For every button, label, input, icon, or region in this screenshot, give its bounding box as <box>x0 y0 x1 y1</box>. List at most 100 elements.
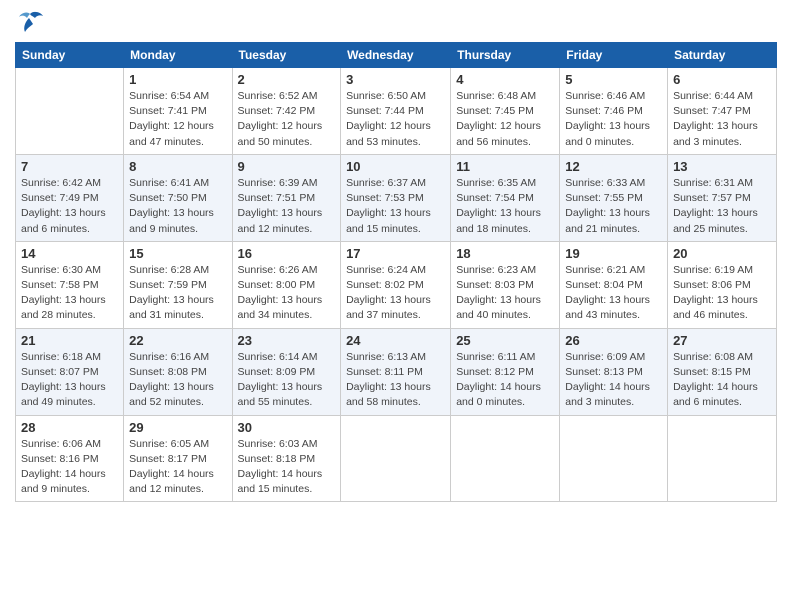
day-info: Sunrise: 6:05 AM Sunset: 8:17 PM Dayligh… <box>129 437 226 498</box>
day-info: Sunrise: 6:28 AM Sunset: 7:59 PM Dayligh… <box>129 263 226 324</box>
day-info: Sunrise: 6:37 AM Sunset: 7:53 PM Dayligh… <box>346 176 445 237</box>
column-header-sunday: Sunday <box>16 43 124 68</box>
day-info: Sunrise: 6:21 AM Sunset: 8:04 PM Dayligh… <box>565 263 662 324</box>
calendar-cell: 3 Sunrise: 6:50 AM Sunset: 7:44 PM Daylig… <box>341 68 451 155</box>
calendar-cell: 16 Sunrise: 6:26 AM Sunset: 8:00 PM Dayli… <box>232 241 341 328</box>
day-info: Sunrise: 6:35 AM Sunset: 7:54 PM Dayligh… <box>456 176 554 237</box>
day-number: 2 <box>238 72 336 87</box>
day-number: 17 <box>346 246 445 261</box>
day-number: 12 <box>565 159 662 174</box>
day-info: Sunrise: 6:08 AM Sunset: 8:15 PM Dayligh… <box>673 350 771 411</box>
calendar-cell: 17 Sunrise: 6:24 AM Sunset: 8:02 PM Dayli… <box>341 241 451 328</box>
column-header-saturday: Saturday <box>668 43 777 68</box>
day-number: 24 <box>346 333 445 348</box>
day-info: Sunrise: 6:19 AM Sunset: 8:06 PM Dayligh… <box>673 263 771 324</box>
calendar-cell: 26 Sunrise: 6:09 AM Sunset: 8:13 PM Dayli… <box>560 328 668 415</box>
day-number: 8 <box>129 159 226 174</box>
calendar-week-row: 21 Sunrise: 6:18 AM Sunset: 8:07 PM Dayli… <box>16 328 777 415</box>
day-number: 23 <box>238 333 336 348</box>
calendar-cell <box>341 415 451 502</box>
day-number: 9 <box>238 159 336 174</box>
day-number: 6 <box>673 72 771 87</box>
page-container: SundayMondayTuesdayWednesdayThursdayFrid… <box>0 0 792 512</box>
calendar-cell <box>451 415 560 502</box>
day-number: 28 <box>21 420 118 435</box>
day-info: Sunrise: 6:09 AM Sunset: 8:13 PM Dayligh… <box>565 350 662 411</box>
day-number: 3 <box>346 72 445 87</box>
day-number: 5 <box>565 72 662 87</box>
calendar-header-row: SundayMondayTuesdayWednesdayThursdayFrid… <box>16 43 777 68</box>
day-info: Sunrise: 6:44 AM Sunset: 7:47 PM Dayligh… <box>673 89 771 150</box>
calendar-cell: 6 Sunrise: 6:44 AM Sunset: 7:47 PM Daylig… <box>668 68 777 155</box>
calendar-cell: 12 Sunrise: 6:33 AM Sunset: 7:55 PM Dayli… <box>560 154 668 241</box>
calendar-cell: 30 Sunrise: 6:03 AM Sunset: 8:18 PM Dayli… <box>232 415 341 502</box>
calendar-cell: 5 Sunrise: 6:46 AM Sunset: 7:46 PM Daylig… <box>560 68 668 155</box>
column-header-thursday: Thursday <box>451 43 560 68</box>
day-number: 16 <box>238 246 336 261</box>
day-number: 20 <box>673 246 771 261</box>
column-header-monday: Monday <box>124 43 232 68</box>
day-number: 10 <box>346 159 445 174</box>
calendar-cell: 2 Sunrise: 6:52 AM Sunset: 7:42 PM Daylig… <box>232 68 341 155</box>
day-info: Sunrise: 6:26 AM Sunset: 8:00 PM Dayligh… <box>238 263 336 324</box>
day-number: 30 <box>238 420 336 435</box>
calendar-cell: 14Sunrise: 6:30 AM Sunset: 7:58 PM Dayli… <box>16 241 124 328</box>
column-header-friday: Friday <box>560 43 668 68</box>
day-number: 4 <box>456 72 554 87</box>
calendar-week-row: 7 Sunrise: 6:42 AM Sunset: 7:49 PM Daylig… <box>16 154 777 241</box>
calendar-cell <box>668 415 777 502</box>
day-number: 15 <box>129 246 226 261</box>
header <box>15 10 777 34</box>
day-info: Sunrise: 6:16 AM Sunset: 8:08 PM Dayligh… <box>129 350 226 411</box>
day-number: 11 <box>456 159 554 174</box>
column-header-tuesday: Tuesday <box>232 43 341 68</box>
day-number: 13 <box>673 159 771 174</box>
calendar-cell: 9 Sunrise: 6:39 AM Sunset: 7:51 PM Daylig… <box>232 154 341 241</box>
calendar-cell: 13 Sunrise: 6:31 AM Sunset: 7:57 PM Dayli… <box>668 154 777 241</box>
day-info: Sunrise: 6:24 AM Sunset: 8:02 PM Dayligh… <box>346 263 445 324</box>
calendar-cell: 15 Sunrise: 6:28 AM Sunset: 7:59 PM Dayli… <box>124 241 232 328</box>
day-number: 29 <box>129 420 226 435</box>
calendar-table: SundayMondayTuesdayWednesdayThursdayFrid… <box>15 42 777 502</box>
day-info: Sunrise: 6:03 AM Sunset: 8:18 PM Dayligh… <box>238 437 336 498</box>
day-info: Sunrise: 6:13 AM Sunset: 8:11 PM Dayligh… <box>346 350 445 411</box>
day-info: Sunrise: 6:42 AM Sunset: 7:49 PM Dayligh… <box>21 176 118 237</box>
calendar-cell: 11 Sunrise: 6:35 AM Sunset: 7:54 PM Dayli… <box>451 154 560 241</box>
day-info: Sunrise: 6:18 AM Sunset: 8:07 PM Dayligh… <box>21 350 118 411</box>
day-number: 26 <box>565 333 662 348</box>
day-info: Sunrise: 6:39 AM Sunset: 7:51 PM Dayligh… <box>238 176 336 237</box>
calendar-week-row: 28 Sunrise: 6:06 AM Sunset: 8:16 PM Dayli… <box>16 415 777 502</box>
calendar-cell: 19 Sunrise: 6:21 AM Sunset: 8:04 PM Dayli… <box>560 241 668 328</box>
day-info: Sunrise: 6:31 AM Sunset: 7:57 PM Dayligh… <box>673 176 771 237</box>
calendar-cell: 29 Sunrise: 6:05 AM Sunset: 8:17 PM Dayli… <box>124 415 232 502</box>
calendar-week-row: 14Sunrise: 6:30 AM Sunset: 7:58 PM Dayli… <box>16 241 777 328</box>
day-number: 25 <box>456 333 554 348</box>
calendar-cell: 10 Sunrise: 6:37 AM Sunset: 7:53 PM Dayli… <box>341 154 451 241</box>
day-number: 7 <box>21 159 118 174</box>
logo-bird-icon <box>15 10 45 34</box>
logo <box>15 10 49 34</box>
calendar-cell: 8Sunrise: 6:41 AM Sunset: 7:50 PM Daylig… <box>124 154 232 241</box>
day-info: Sunrise: 6:06 AM Sunset: 8:16 PM Dayligh… <box>21 437 118 498</box>
day-info: Sunrise: 6:52 AM Sunset: 7:42 PM Dayligh… <box>238 89 336 150</box>
day-number: 1 <box>129 72 226 87</box>
calendar-cell: 21 Sunrise: 6:18 AM Sunset: 8:07 PM Dayli… <box>16 328 124 415</box>
day-number: 19 <box>565 246 662 261</box>
day-number: 14 <box>21 246 118 261</box>
calendar-cell: 24 Sunrise: 6:13 AM Sunset: 8:11 PM Dayli… <box>341 328 451 415</box>
calendar-cell: 22 Sunrise: 6:16 AM Sunset: 8:08 PM Dayli… <box>124 328 232 415</box>
day-number: 21 <box>21 333 118 348</box>
calendar-cell: 4Sunrise: 6:48 AM Sunset: 7:45 PM Daylig… <box>451 68 560 155</box>
calendar-cell: 23Sunrise: 6:14 AM Sunset: 8:09 PM Dayli… <box>232 328 341 415</box>
day-number: 22 <box>129 333 226 348</box>
calendar-cell: 25Sunrise: 6:11 AM Sunset: 8:12 PM Dayli… <box>451 328 560 415</box>
calendar-cell: 1 Sunrise: 6:54 AM Sunset: 7:41 PM Daylig… <box>124 68 232 155</box>
day-info: Sunrise: 6:33 AM Sunset: 7:55 PM Dayligh… <box>565 176 662 237</box>
calendar-cell: 18Sunrise: 6:23 AM Sunset: 8:03 PM Dayli… <box>451 241 560 328</box>
calendar-week-row: 1 Sunrise: 6:54 AM Sunset: 7:41 PM Daylig… <box>16 68 777 155</box>
day-info: Sunrise: 6:46 AM Sunset: 7:46 PM Dayligh… <box>565 89 662 150</box>
calendar-cell: 27Sunrise: 6:08 AM Sunset: 8:15 PM Dayli… <box>668 328 777 415</box>
day-info: Sunrise: 6:54 AM Sunset: 7:41 PM Dayligh… <box>129 89 226 150</box>
day-info: Sunrise: 6:50 AM Sunset: 7:44 PM Dayligh… <box>346 89 445 150</box>
calendar-cell: 7 Sunrise: 6:42 AM Sunset: 7:49 PM Daylig… <box>16 154 124 241</box>
